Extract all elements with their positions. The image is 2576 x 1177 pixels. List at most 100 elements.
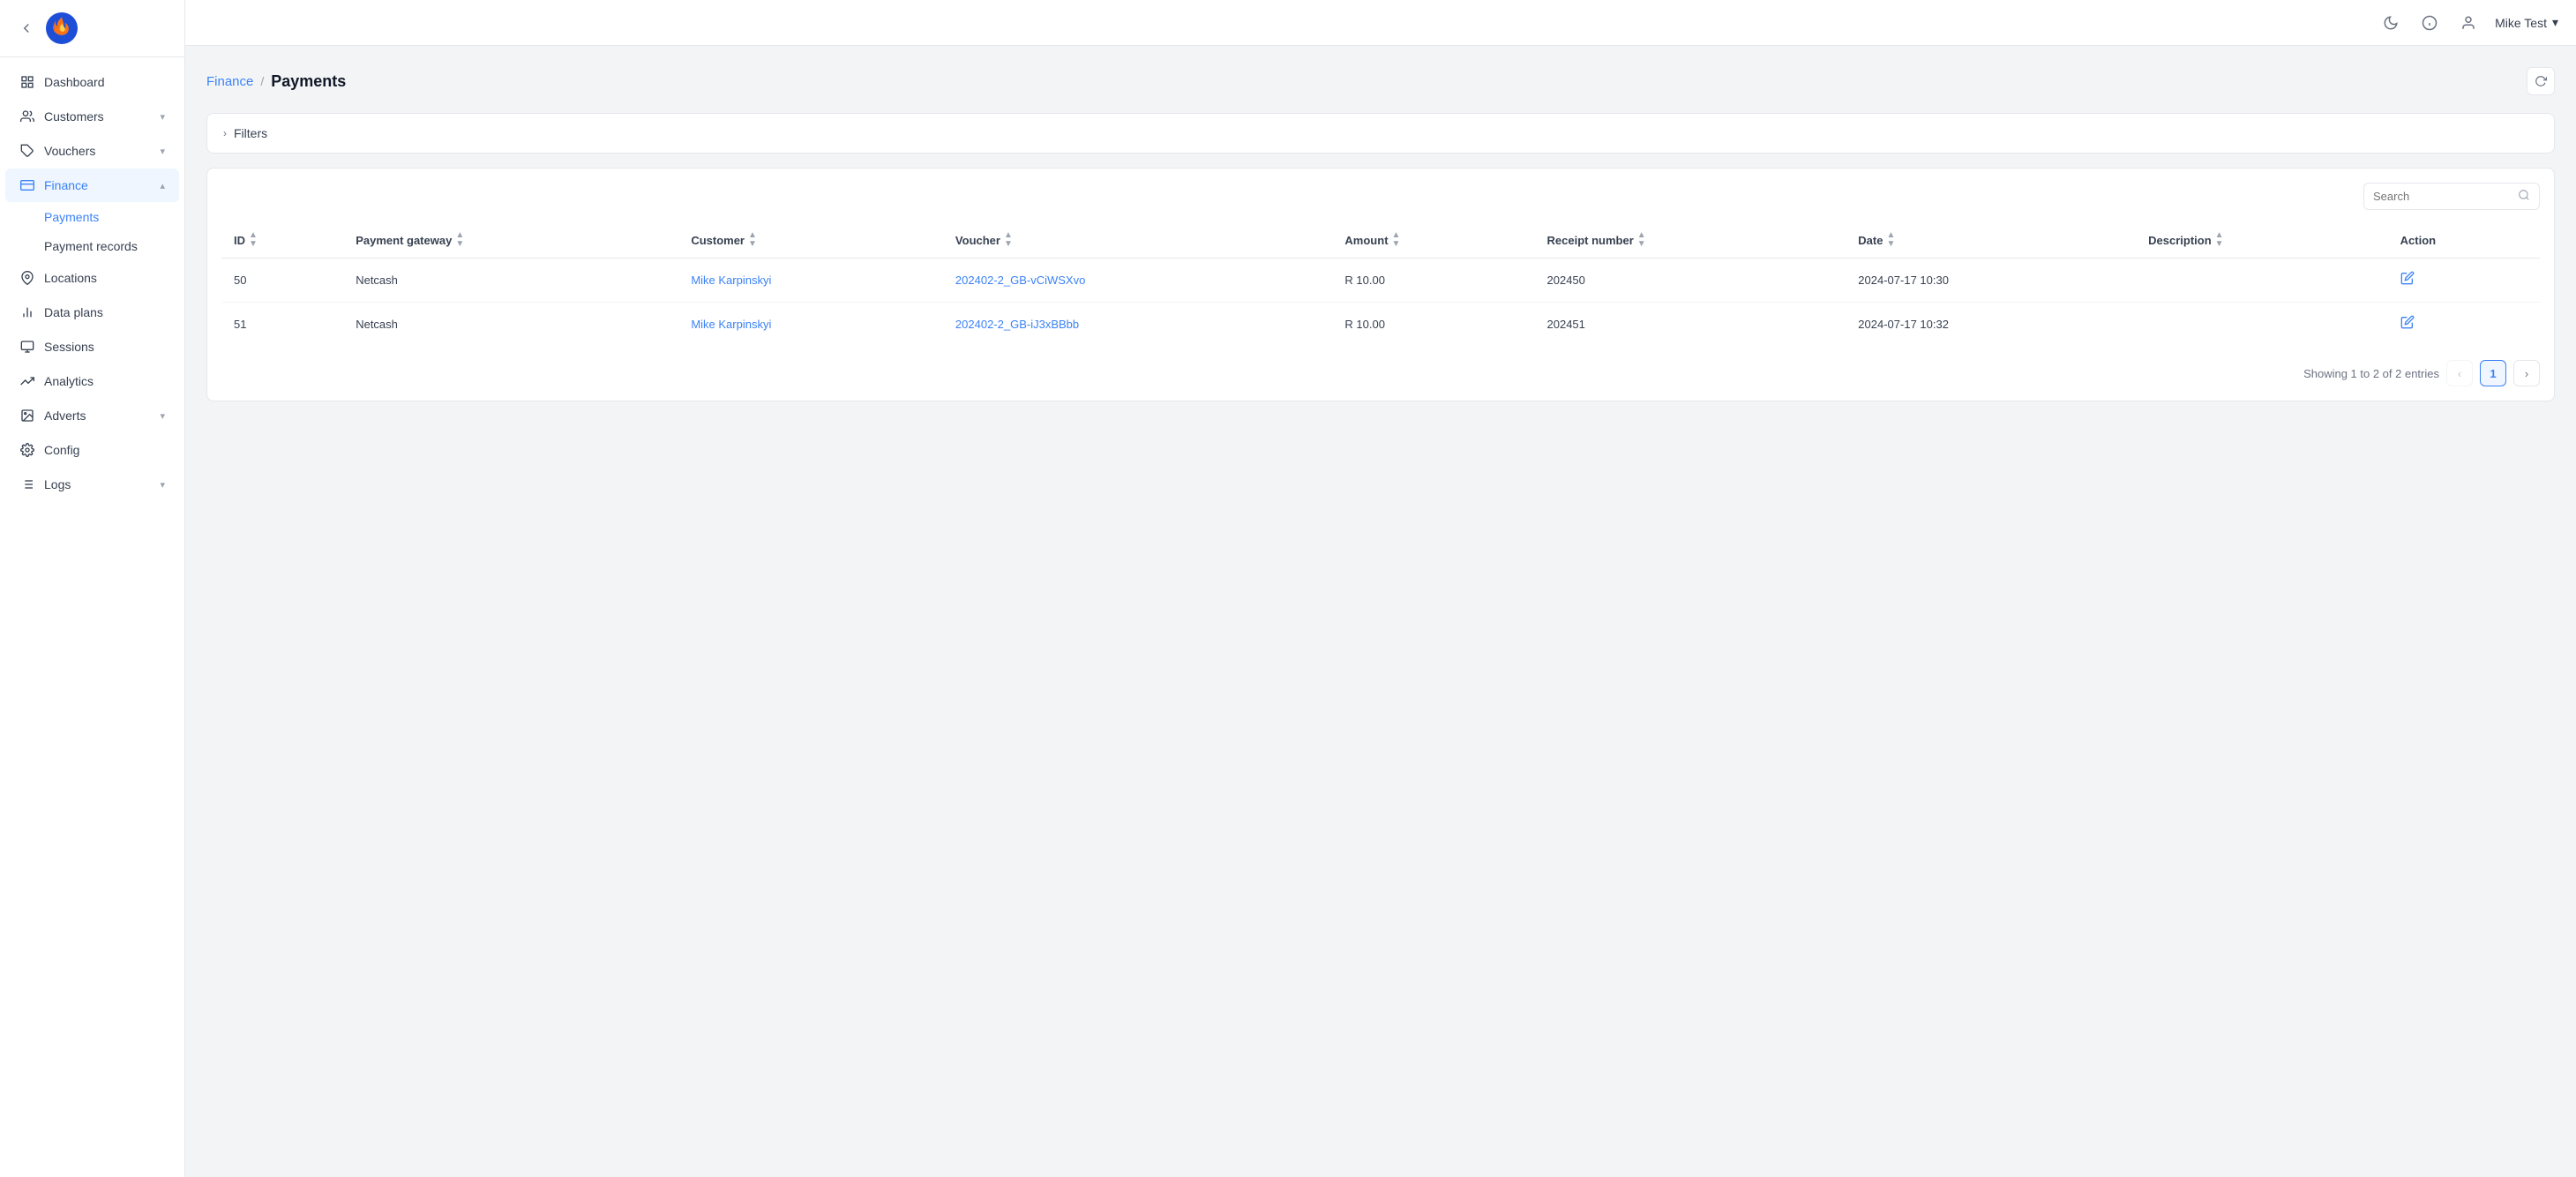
table-row: 51 Netcash Mike Karpinskyi 202402-2_GB-i… <box>221 303 2540 347</box>
monitor-icon <box>19 339 35 355</box>
col-date: Date ▲▼ <box>1846 222 2136 259</box>
cell-action[interactable] <box>2388 303 2540 347</box>
sidebar-item-locations[interactable]: Locations <box>5 261 179 295</box>
cell-customer[interactable]: Mike Karpinskyi <box>678 303 943 347</box>
trending-up-icon <box>19 373 35 389</box>
filters-label: Filters <box>234 126 267 140</box>
sort-date[interactable]: Date ▲▼ <box>1858 231 1895 249</box>
sort-arrows-icon: ▲▼ <box>1004 231 1013 249</box>
sidebar-item-sessions[interactable]: Sessions <box>5 330 179 364</box>
table-body: 50 Netcash Mike Karpinskyi 202402-2_GB-v… <box>221 259 2540 347</box>
sort-arrows-icon: ▲▼ <box>1637 231 1646 249</box>
cell-id: 50 <box>221 259 343 303</box>
cell-voucher[interactable]: 202402-2_GB-vCiWSXvo <box>943 259 1333 303</box>
users-icon <box>19 109 35 124</box>
cell-payment-gateway: Netcash <box>343 303 678 347</box>
grid-icon <box>19 74 35 90</box>
sidebar-item-vouchers[interactable]: Vouchers ▾ <box>5 134 179 168</box>
sidebar-item-label: Finance <box>44 178 88 192</box>
sort-arrows-icon: ▲▼ <box>249 231 258 249</box>
sort-description[interactable]: Description ▲▼ <box>2148 231 2223 249</box>
sidebar-subitem-label: Payment records <box>44 239 138 253</box>
chevron-up-icon: ▴ <box>160 180 165 191</box>
back-button[interactable] <box>14 16 39 41</box>
breadcrumb: Finance / Payments <box>206 67 2555 95</box>
sort-customer[interactable]: Customer ▲▼ <box>691 231 757 249</box>
col-customer: Customer ▲▼ <box>678 222 943 259</box>
sort-payment-gateway[interactable]: Payment gateway ▲▼ <box>356 231 464 249</box>
sort-amount[interactable]: Amount ▲▼ <box>1344 231 1400 249</box>
moon-icon[interactable] <box>2378 11 2403 35</box>
col-payment-gateway: Payment gateway ▲▼ <box>343 222 678 259</box>
payments-table: ID ▲▼ Payment gateway ▲▼ <box>221 222 2540 346</box>
image-icon <box>19 408 35 424</box>
cell-date: 2024-07-17 10:30 <box>1846 259 2136 303</box>
user-avatar-icon[interactable] <box>2456 11 2481 35</box>
bar-chart-icon <box>19 304 35 320</box>
sidebar-header <box>0 0 184 57</box>
sidebar-subitem-label: Payments <box>44 210 99 224</box>
sort-receipt-number[interactable]: Receipt number ▲▼ <box>1547 231 1646 249</box>
page-1-button[interactable]: 1 <box>2480 360 2506 386</box>
sort-arrows-icon: ▲▼ <box>748 231 757 249</box>
chevron-down-icon: ▾ <box>160 479 165 491</box>
chevron-down-icon: ▾ <box>2552 15 2558 30</box>
sidebar-item-dashboard[interactable]: Dashboard <box>5 65 179 99</box>
sidebar-item-adverts[interactable]: Adverts ▾ <box>5 399 179 432</box>
tag-icon <box>19 143 35 159</box>
sort-id[interactable]: ID ▲▼ <box>234 231 258 249</box>
main-wrapper: Mike Test ▾ Finance / Payments › Filters <box>185 0 2576 1177</box>
sort-voucher[interactable]: Voucher ▲▼ <box>955 231 1013 249</box>
sidebar: Dashboard Customers ▾ Vouchers ▾ Finance… <box>0 0 185 1177</box>
sidebar-item-logs[interactable]: Logs ▾ <box>5 468 179 501</box>
cell-amount: R 10.00 <box>1332 259 1534 303</box>
cell-amount: R 10.00 <box>1332 303 1534 347</box>
col-description: Description ▲▼ <box>2136 222 2387 259</box>
sidebar-item-label: Analytics <box>44 374 94 388</box>
list-icon <box>19 476 35 492</box>
cell-voucher[interactable]: 202402-2_GB-iJ3xBBbb <box>943 303 1333 347</box>
sidebar-navigation: Dashboard Customers ▾ Vouchers ▾ Finance… <box>0 57 184 1177</box>
sort-arrows-icon: ▲▼ <box>2215 231 2224 249</box>
sort-arrows-icon: ▲▼ <box>455 231 464 249</box>
sidebar-item-label: Data plans <box>44 305 103 319</box>
chevron-down-icon: ▾ <box>160 410 165 422</box>
info-icon[interactable] <box>2417 11 2442 35</box>
sidebar-item-analytics[interactable]: Analytics <box>5 364 179 398</box>
page-content: Finance / Payments › Filters <box>185 46 2576 1177</box>
search-icon <box>2518 189 2530 204</box>
sidebar-item-config[interactable]: Config <box>5 433 179 467</box>
col-action: Action <box>2388 222 2540 259</box>
app-logo <box>46 12 78 44</box>
filters-bar[interactable]: › Filters <box>206 113 2555 154</box>
next-page-button[interactable]: › <box>2513 360 2540 386</box>
cell-id: 51 <box>221 303 343 347</box>
credit-card-icon <box>19 177 35 193</box>
cell-customer[interactable]: Mike Karpinskyi <box>678 259 943 303</box>
refresh-button[interactable] <box>2527 67 2555 95</box>
search-box[interactable] <box>2363 183 2540 210</box>
chevron-down-icon: ▾ <box>160 111 165 123</box>
sidebar-item-customers[interactable]: Customers ▾ <box>5 100 179 133</box>
user-menu[interactable]: Mike Test ▾ <box>2495 15 2558 30</box>
sidebar-item-label: Logs <box>44 477 71 491</box>
sidebar-item-data-plans[interactable]: Data plans <box>5 296 179 329</box>
sidebar-subitem-payments[interactable]: Payments <box>5 203 179 231</box>
sidebar-subitem-payment-records[interactable]: Payment records <box>5 232 179 260</box>
edit-button[interactable] <box>2400 315 2415 334</box>
edit-button[interactable] <box>2400 271 2415 289</box>
sidebar-item-label: Config <box>44 443 79 457</box>
breadcrumb-parent[interactable]: Finance <box>206 74 253 89</box>
map-pin-icon <box>19 270 35 286</box>
prev-page-button[interactable]: ‹ <box>2446 360 2473 386</box>
user-name: Mike Test <box>2495 16 2547 30</box>
table-row: 50 Netcash Mike Karpinskyi 202402-2_GB-v… <box>221 259 2540 303</box>
settings-icon <box>19 442 35 458</box>
cell-date: 2024-07-17 10:32 <box>1846 303 2136 347</box>
cell-action[interactable] <box>2388 259 2540 303</box>
sidebar-item-finance[interactable]: Finance ▴ <box>5 169 179 202</box>
search-input[interactable] <box>2373 190 2511 203</box>
sidebar-item-label: Adverts <box>44 409 86 423</box>
topbar: Mike Test ▾ <box>185 0 2576 46</box>
chevron-right-icon: › <box>223 127 227 139</box>
